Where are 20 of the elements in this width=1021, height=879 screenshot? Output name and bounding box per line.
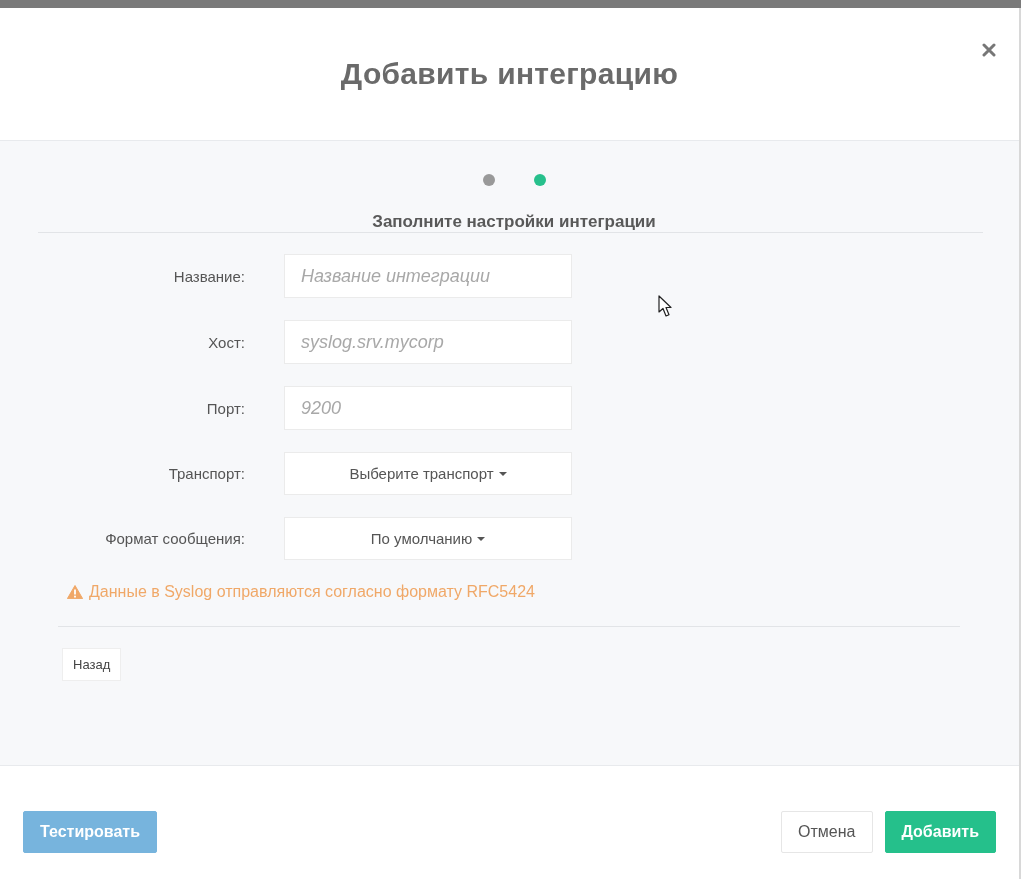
cancel-button[interactable]: Отмена [781,811,873,853]
close-icon [982,43,996,57]
text-input[interactable]: syslog.srv.mycorp [284,320,572,364]
field-label: Формат сообщения: [105,530,245,547]
caret-icon [498,471,507,476]
back-button[interactable]: Назад [62,648,122,681]
dialog-title: Добавить интеграцию [340,57,679,91]
dropdown-button[interactable]: По умолчанию [284,517,572,560]
caret-icon [477,536,486,541]
dropdown-button[interactable]: Выберите транспорт [284,452,572,495]
step-title: Заполните настройки интеграции [371,212,657,232]
mouse-pointer-icon [658,295,674,319]
warning-text: Данные в Syslog отправляются согласно формату RFC5424 [89,582,535,602]
field-label: Название: [173,267,245,285]
field-label: Транспорт: [168,465,245,482]
warning-icon [67,585,83,599]
text-input[interactable]: 9200 [284,386,572,430]
field-label: Порт: [206,399,245,417]
field-label: Хост: [208,333,245,351]
text-input[interactable]: Название интеграции [284,254,572,298]
